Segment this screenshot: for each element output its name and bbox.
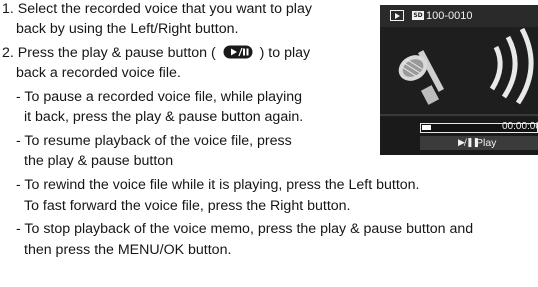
manual-page: 1. Select the recorded voice that you wa… bbox=[0, 0, 538, 287]
voice-memo-illustration bbox=[380, 27, 538, 117]
play-pause-button-icon bbox=[223, 45, 253, 59]
resume-note-line-1: - To resume playback of the voice file, … bbox=[16, 133, 292, 149]
stop-note-line-2: then press the MENU/OK button. bbox=[24, 242, 232, 258]
stop-note-line-1: - To stop playback of the voice memo, pr… bbox=[16, 221, 474, 237]
camera-lcd-screen: SD 100-0010 00:00:00 ▶/❚❚ Play bbox=[380, 5, 538, 155]
step-2-text-after: ) to play bbox=[259, 45, 311, 61]
lcd-status-bar: SD 100-0010 bbox=[380, 5, 538, 27]
rewind-note-line-2: To fast forward the voice file, press th… bbox=[24, 198, 351, 214]
play-label: Play bbox=[476, 137, 497, 149]
file-number: 100-0010 bbox=[426, 10, 473, 22]
playback-time: 00:00:00 bbox=[502, 121, 538, 132]
resume-note-line-2: the play & pause button bbox=[24, 153, 174, 169]
pause-note-line-2: it back, press the play & pause button a… bbox=[24, 109, 304, 125]
rewind-note-line-1: - To rewind the voice file while it is p… bbox=[16, 177, 420, 193]
pause-note-line-1: - To pause a recorded voice file, while … bbox=[16, 89, 303, 105]
step-1-line-1: 1. Select the recorded voice that you wa… bbox=[2, 1, 312, 17]
step-2-line-2: back a recorded voice file. bbox=[16, 65, 181, 81]
lcd-play-bar: ▶/❚❚ Play bbox=[420, 136, 538, 150]
step-2-line-1: 2. Press the play & pause button ( ) to … bbox=[2, 43, 310, 63]
step-2-text-before: 2. Press the play & pause button ( bbox=[2, 45, 216, 61]
playback-mode-icon bbox=[390, 10, 404, 21]
playback-progress-fill bbox=[422, 125, 431, 130]
memory-card-icon: SD bbox=[412, 11, 424, 20]
step-1-line-2: back by using the Left/Right button. bbox=[16, 21, 239, 37]
